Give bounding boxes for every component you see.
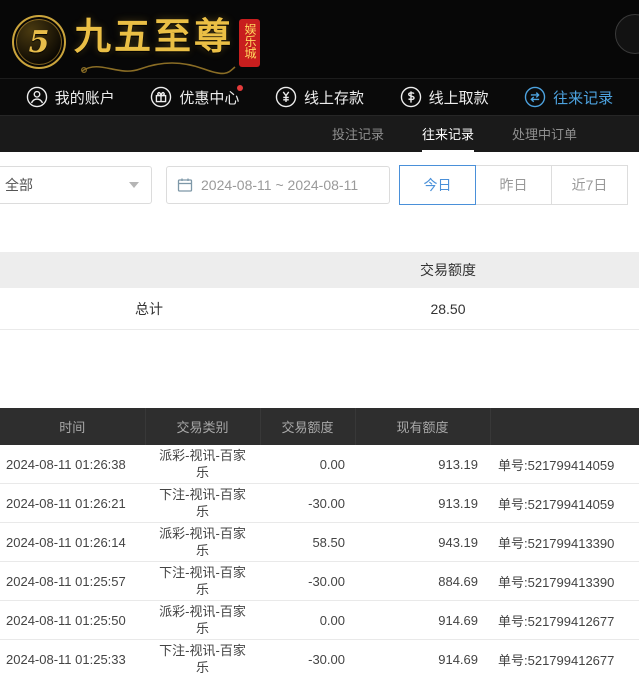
cell-order: 单号:521799414059 [490, 445, 639, 484]
cell-time: 2024-08-11 01:25:57 [0, 562, 145, 601]
header-time: 时间 [0, 408, 145, 445]
cell-balance: 943.19 [355, 523, 490, 562]
table-row: 2024-08-11 01:26:21 下注-视讯-百家乐 -30.00 913… [0, 484, 639, 523]
summary-header-row: 交易额度 [0, 252, 639, 288]
spacer [0, 330, 639, 408]
cell-order: 单号:521799413390 [490, 562, 639, 601]
table-row: 2024-08-11 01:25:57 下注-视讯-百家乐 -30.00 884… [0, 562, 639, 601]
summary-section: 交易额度 总计 28.50 [0, 252, 639, 330]
category-select[interactable]: 全部 [0, 166, 152, 204]
header-balance: 现有额度 [355, 408, 490, 445]
site-header: 5 九五至尊 娱乐城 [0, 0, 639, 78]
deposit-icon [275, 86, 297, 108]
summary-total-label: 总计 [0, 299, 298, 319]
nav-item-label: 线上取款 [429, 87, 489, 108]
cell-amount: 0.00 [260, 445, 355, 484]
logo-flourish-icon [78, 57, 238, 79]
floating-widget[interactable] [615, 14, 639, 54]
table-row: 2024-08-11 01:25:50 派彩-视讯-百家乐 0.00 914.6… [0, 601, 639, 640]
date-range-value: 2024-08-11 ~ 2024-08-11 [201, 177, 358, 193]
cell-order: 单号:521799412677 [490, 640, 639, 677]
cell-time: 2024-08-11 01:25:50 [0, 601, 145, 640]
records-table-body: 2024-08-11 01:26:38 派彩-视讯-百家乐 0.00 913.1… [0, 445, 639, 677]
sub-nav: 投注记录 往来记录 处理中订单 [0, 115, 639, 152]
cell-time: 2024-08-11 01:26:14 [0, 523, 145, 562]
chevron-down-icon [129, 182, 139, 188]
header-order [490, 408, 639, 445]
logo-emblem-icon: 5 [12, 15, 66, 69]
table-row: 2024-08-11 01:26:38 派彩-视讯-百家乐 0.00 913.1… [0, 445, 639, 484]
quick-range-group: 今日 昨日 近7日 [400, 165, 628, 205]
tab-betting-records[interactable]: 投注记录 [332, 116, 384, 152]
tab-processing-orders[interactable]: 处理中订单 [512, 116, 577, 152]
records-table: 时间 交易类别 交易额度 现有额度 2024-08-11 01:26:38 派彩… [0, 408, 639, 677]
yesterday-button[interactable]: 昨日 [475, 165, 552, 205]
user-icon [26, 86, 48, 108]
spacer [0, 218, 639, 252]
table-row: 2024-08-11 01:26:14 派彩-视讯-百家乐 58.50 943.… [0, 523, 639, 562]
records-table-head: 时间 交易类别 交易额度 现有额度 [0, 408, 639, 445]
transfer-records-icon [524, 86, 546, 108]
main-nav: 我的账户 优惠中心 线上存款 线上取款 往来记录 [0, 78, 639, 115]
cell-amount: -30.00 [260, 484, 355, 523]
cell-balance: 913.19 [355, 484, 490, 523]
cell-order: 单号:521799413390 [490, 523, 639, 562]
cell-time: 2024-08-11 01:25:33 [0, 640, 145, 677]
calendar-icon [177, 177, 193, 193]
gift-icon [150, 86, 172, 108]
tab-label: 投注记录 [332, 124, 384, 143]
date-range-picker[interactable]: 2024-08-11 ~ 2024-08-11 [166, 166, 390, 204]
tab-label: 处理中订单 [512, 124, 577, 143]
cell-type: 派彩-视讯-百家乐 [145, 601, 260, 640]
withdraw-icon [400, 86, 422, 108]
cell-time: 2024-08-11 01:26:21 [0, 484, 145, 523]
cell-time: 2024-08-11 01:26:38 [0, 445, 145, 484]
header-type: 交易类别 [145, 408, 260, 445]
logo-emblem-number: 5 [29, 25, 50, 60]
summary-total-value: 28.50 [298, 301, 598, 317]
cell-type: 下注-视讯-百家乐 [145, 484, 260, 523]
today-button[interactable]: 今日 [399, 165, 476, 205]
cell-amount: -30.00 [260, 562, 355, 601]
summary-total-row: 总计 28.50 [0, 288, 639, 330]
nav-item-label: 我的账户 [55, 87, 115, 108]
category-select-value: 全部 [5, 175, 33, 195]
cell-order: 单号:521799414059 [490, 484, 639, 523]
cell-order: 单号:521799412677 [490, 601, 639, 640]
logo-badge: 娱乐城 [239, 19, 260, 67]
nav-item-label: 线上存款 [304, 87, 364, 108]
filter-bar: 全部 2024-08-11 ~ 2024-08-11 今日 昨日 近7日 [0, 152, 639, 218]
logo-text: 九五至尊 [74, 13, 234, 59]
cell-type: 派彩-视讯-百家乐 [145, 445, 260, 484]
header-amount: 交易额度 [260, 408, 355, 445]
nav-item-deposit[interactable]: 线上存款 [257, 79, 382, 115]
cell-balance: 914.69 [355, 601, 490, 640]
cell-balance: 913.19 [355, 445, 490, 484]
promo-new-dot [237, 85, 243, 91]
site-logo[interactable]: 5 九五至尊 娱乐城 [12, 9, 260, 69]
cell-amount: 0.00 [260, 601, 355, 640]
last7days-button[interactable]: 近7日 [551, 165, 628, 205]
nav-item-label: 优惠中心 [179, 87, 239, 108]
nav-item-transfer-records[interactable]: 往来记录 [506, 79, 631, 115]
tab-label: 往来记录 [422, 124, 474, 143]
nav-item-withdraw[interactable]: 线上取款 [382, 79, 507, 115]
cell-amount: -30.00 [260, 640, 355, 677]
cell-balance: 884.69 [355, 562, 490, 601]
table-row: 2024-08-11 01:25:33 下注-视讯-百家乐 -30.00 914… [0, 640, 639, 677]
cell-type: 下注-视讯-百家乐 [145, 562, 260, 601]
cell-type: 下注-视讯-百家乐 [145, 640, 260, 677]
cell-type: 派彩-视讯-百家乐 [145, 523, 260, 562]
tab-transfer-records[interactable]: 往来记录 [422, 116, 474, 152]
cell-balance: 914.69 [355, 640, 490, 677]
nav-item-promotions[interactable]: 优惠中心 [133, 79, 258, 115]
summary-header-amount: 交易额度 [298, 260, 598, 280]
cell-amount: 58.50 [260, 523, 355, 562]
nav-item-label: 往来记录 [553, 87, 613, 108]
nav-item-my-account[interactable]: 我的账户 [8, 79, 133, 115]
